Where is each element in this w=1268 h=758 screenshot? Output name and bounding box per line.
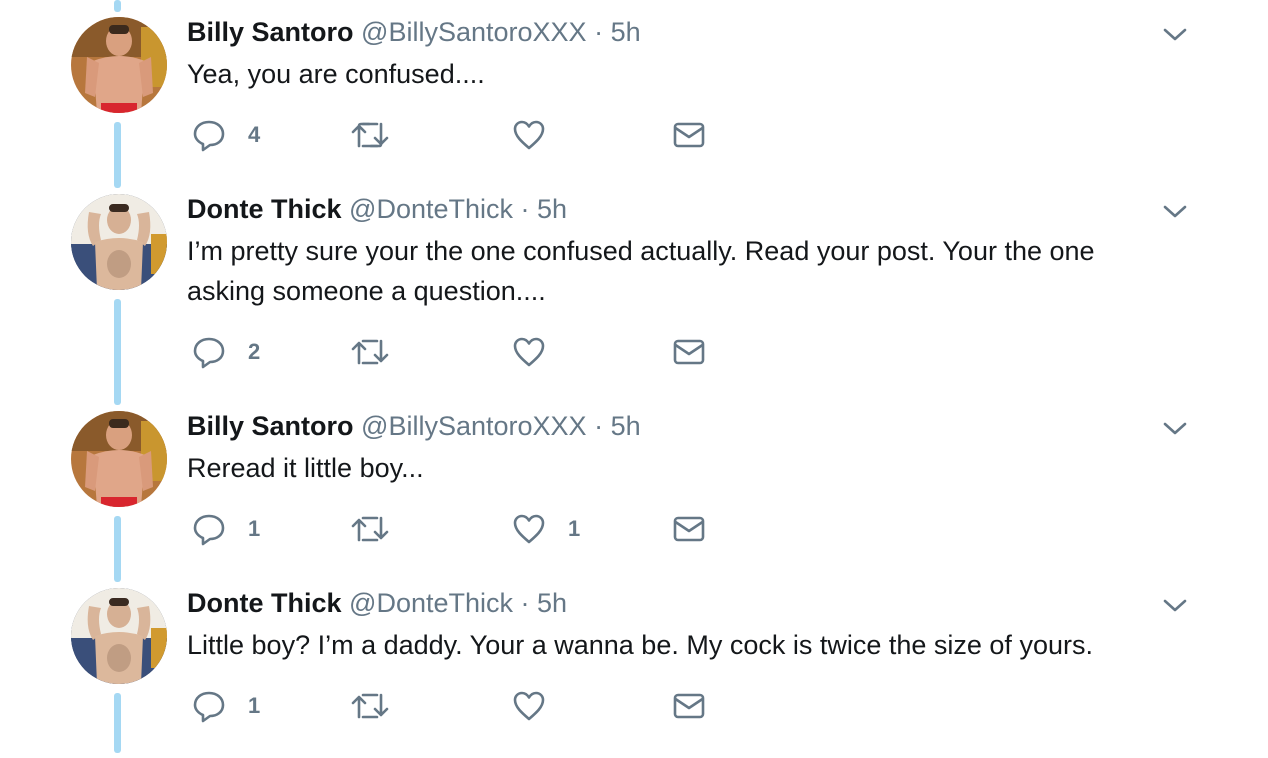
like-button[interactable] (512, 115, 568, 155)
direct-message-icon (672, 512, 706, 546)
tweet[interactable]: Donte Thick @DonteThick · 5h Little boy?… (0, 571, 1268, 758)
separator-dot: · (520, 194, 530, 224)
tweet-actions: 2 (0, 332, 1268, 372)
chevron-down-icon[interactable] (1162, 418, 1188, 438)
retweet-button[interactable] (351, 686, 411, 726)
author-name[interactable]: Billy Santoro (187, 17, 354, 47)
retweet-icon (351, 689, 389, 723)
like-count: 1 (568, 516, 581, 541)
tweet-text: Yea, you are confused.... (187, 59, 485, 89)
timestamp[interactable]: 5h (611, 411, 641, 441)
tweet-actions: 1 (0, 686, 1268, 726)
avatar-donte-thick[interactable] (71, 588, 167, 684)
tweet-text: I’m pretty sure your the one confused ac… (187, 236, 1095, 306)
tweet[interactable]: Billy Santoro @BillySantoroXXX · 5h Rere… (0, 394, 1268, 584)
timestamp[interactable]: 5h (537, 588, 567, 618)
author-handle[interactable]: @BillySantoroXXX (361, 17, 587, 47)
tweet-text: Little boy? I’m a daddy. Your a wanna be… (187, 630, 1093, 660)
like-icon (512, 689, 546, 723)
avatar-billy-santoro[interactable] (71, 411, 167, 507)
reply-icon (192, 118, 226, 152)
reply-button[interactable]: 2 (192, 332, 260, 372)
like-button[interactable] (512, 332, 568, 372)
conversation-thread: Billy Santoro @BillySantoroXXX · 5h Yea,… (0, 0, 1268, 758)
author-handle[interactable]: @DonteThick (349, 194, 513, 224)
author-name[interactable]: Donte Thick (187, 588, 342, 618)
like-button[interactable]: 1 (512, 509, 580, 549)
retweet-button[interactable] (351, 115, 411, 155)
like-icon (512, 335, 546, 369)
retweet-icon (351, 512, 389, 546)
author-name[interactable]: Billy Santoro (187, 411, 354, 441)
separator-dot: · (520, 588, 530, 618)
timestamp[interactable]: 5h (611, 17, 641, 47)
reply-icon (192, 512, 226, 546)
reply-count: 2 (248, 339, 261, 364)
tweet-actions: 1 1 (0, 509, 1268, 549)
chevron-down-icon[interactable] (1162, 24, 1188, 44)
tweet-header: Billy Santoro @BillySantoroXXX · 5h (187, 408, 641, 444)
direct-message-button[interactable] (672, 686, 706, 726)
tweet[interactable]: Donte Thick @DonteThick · 5h I’m pretty … (0, 177, 1268, 413)
avatar-billy-santoro[interactable] (71, 17, 167, 113)
tweet-actions: 4 (0, 115, 1268, 155)
reply-icon (192, 689, 226, 723)
chevron-down-icon[interactable] (1162, 201, 1188, 221)
like-icon (512, 512, 546, 546)
retweet-button[interactable] (351, 332, 411, 372)
tweet-text: Reread it little boy... (187, 453, 424, 483)
direct-message-button[interactable] (672, 509, 706, 549)
tweet-header: Donte Thick @DonteThick · 5h (187, 585, 567, 621)
retweet-button[interactable] (351, 509, 411, 549)
reply-button[interactable]: 1 (192, 686, 260, 726)
direct-message-icon (672, 335, 706, 369)
reply-count: 1 (248, 693, 261, 718)
reply-button[interactable]: 1 (192, 509, 260, 549)
chevron-down-icon[interactable] (1162, 595, 1188, 615)
like-icon (512, 118, 546, 152)
retweet-icon (351, 335, 389, 369)
direct-message-button[interactable] (672, 115, 706, 155)
reply-count: 4 (248, 122, 261, 147)
timestamp[interactable]: 5h (537, 194, 567, 224)
reply-icon (192, 335, 226, 369)
author-handle[interactable]: @BillySantoroXXX (361, 411, 587, 441)
reply-count: 1 (248, 516, 261, 541)
like-button[interactable] (512, 686, 568, 726)
direct-message-icon (672, 689, 706, 723)
separator-dot: · (594, 17, 604, 47)
tweet-header: Donte Thick @DonteThick · 5h (187, 191, 567, 227)
reply-button[interactable]: 4 (192, 115, 260, 155)
author-handle[interactable]: @DonteThick (349, 588, 513, 618)
tweet[interactable]: Billy Santoro @BillySantoroXXX · 5h Yea,… (0, 0, 1268, 190)
author-name[interactable]: Donte Thick (187, 194, 342, 224)
retweet-icon (351, 118, 389, 152)
avatar-donte-thick[interactable] (71, 194, 167, 290)
direct-message-icon (672, 118, 706, 152)
separator-dot: · (594, 411, 604, 441)
direct-message-button[interactable] (672, 332, 706, 372)
tweet-header: Billy Santoro @BillySantoroXXX · 5h (187, 14, 641, 50)
